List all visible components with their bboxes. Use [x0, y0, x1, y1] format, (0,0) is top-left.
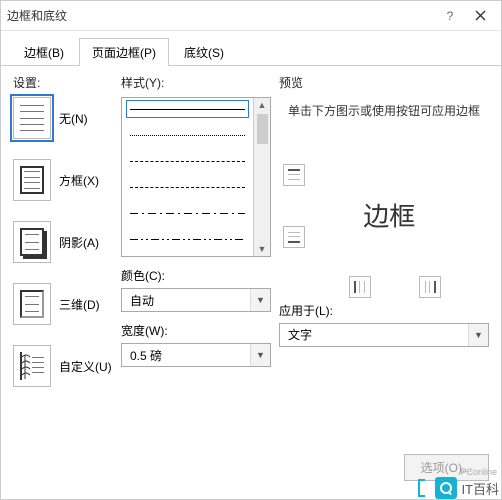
setting-custom-label: 自定义(U)	[59, 358, 112, 375]
tab-page-border[interactable]: 页面边框(P)	[79, 38, 169, 66]
setting-shadow-label: 阴影(A)	[59, 234, 99, 251]
setting-box-icon	[13, 159, 51, 201]
width-field: 宽度(W): 0.5 磅 ▼	[121, 322, 271, 367]
color-field: 颜色(C): 自动 ▼	[121, 267, 271, 312]
dialog-window: 边框和底纹 ? 边框(B) 页面边框(P) 底纹(S) 设置: 无(N) 方框(…	[0, 0, 502, 500]
watermark-logo-icon	[435, 477, 457, 499]
preview-column: 预览 单击下方图示或使用按钮可应用边框 边框 应用于(L):	[279, 74, 489, 446]
apply-to-field: 应用于(L): 文字 ▼	[279, 302, 489, 347]
border-right-icon	[423, 280, 437, 294]
watermark-text: IT百科	[461, 479, 499, 498]
settings-label: 设置:	[13, 74, 113, 91]
setting-box[interactable]: 方框(X)	[13, 159, 113, 201]
style-item-solid[interactable]	[130, 104, 245, 114]
content-area: 设置: 无(N) 方框(X) 阴影(A)	[1, 66, 501, 446]
style-item-dashdot[interactable]	[130, 208, 245, 218]
setting-3d[interactable]: 三维(D)	[13, 283, 113, 325]
watermark: PConline IT百科	[415, 477, 499, 499]
border-left-button[interactable]	[349, 276, 371, 298]
preview-area: 边框	[279, 130, 489, 300]
color-value: 自动	[122, 292, 250, 309]
style-column: 样式(Y): ▲ ▼ 颜色(C):	[121, 74, 271, 446]
apply-to-value: 文字	[280, 326, 468, 343]
preview-hint: 单击下方图示或使用按钮可应用边框	[279, 97, 489, 126]
apply-to-label: 应用于(L):	[279, 302, 489, 319]
tab-shading[interactable]: 底纹(S)	[171, 38, 237, 66]
setting-none-icon	[13, 97, 51, 139]
style-listbox[interactable]: ▲ ▼	[121, 97, 271, 257]
chevron-down-icon: ▼	[468, 324, 488, 346]
setting-none-label: 无(N)	[59, 110, 88, 127]
setting-box-label: 方框(X)	[59, 172, 99, 189]
titlebar: 边框和底纹 ?	[1, 1, 501, 31]
setting-custom-icon	[13, 345, 51, 387]
close-button[interactable]	[465, 4, 495, 28]
scroll-down-icon: ▼	[258, 244, 267, 254]
width-value: 0.5 磅	[122, 347, 250, 364]
watermark-sub: PConline	[460, 467, 497, 477]
preview-label: 预览	[279, 74, 489, 91]
border-right-button[interactable]	[419, 276, 441, 298]
style-item-dashdotdot[interactable]	[130, 234, 245, 244]
border-top-button[interactable]	[283, 164, 305, 186]
style-scrollbar[interactable]: ▲ ▼	[253, 98, 270, 256]
setting-custom[interactable]: 自定义(U)	[13, 345, 113, 387]
style-item-dashed[interactable]	[130, 182, 245, 192]
tab-bar: 边框(B) 页面边框(P) 底纹(S)	[1, 31, 501, 66]
settings-column: 设置: 无(N) 方框(X) 阴影(A)	[13, 74, 113, 446]
preview-sample-text: 边框	[363, 196, 415, 233]
style-item-dashed-fine[interactable]	[130, 156, 245, 166]
border-top-icon	[287, 168, 301, 182]
style-item-dotted[interactable]	[130, 130, 245, 140]
bracket-icon	[415, 478, 431, 498]
close-icon	[475, 10, 486, 21]
dialog-title: 边框和底纹	[7, 7, 435, 24]
color-label: 颜色(C):	[121, 267, 271, 284]
setting-3d-label: 三维(D)	[59, 296, 100, 313]
setting-none[interactable]: 无(N)	[13, 97, 113, 139]
border-left-icon	[353, 280, 367, 294]
setting-shadow[interactable]: 阴影(A)	[13, 221, 113, 263]
width-label: 宽度(W):	[121, 322, 271, 339]
scroll-up-icon: ▲	[258, 100, 267, 110]
border-bottom-icon	[287, 230, 301, 244]
setting-shadow-icon	[13, 221, 51, 263]
width-select[interactable]: 0.5 磅 ▼	[121, 343, 271, 367]
chevron-down-icon: ▼	[250, 289, 270, 311]
apply-to-select[interactable]: 文字 ▼	[279, 323, 489, 347]
help-button[interactable]: ?	[435, 4, 465, 28]
tab-border[interactable]: 边框(B)	[11, 38, 77, 66]
setting-3d-icon	[13, 283, 51, 325]
chevron-down-icon: ▼	[250, 344, 270, 366]
border-bottom-button[interactable]	[283, 226, 305, 248]
style-items	[122, 98, 253, 256]
scroll-thumb[interactable]	[257, 114, 268, 144]
color-select[interactable]: 自动 ▼	[121, 288, 271, 312]
style-label: 样式(Y):	[121, 74, 271, 91]
